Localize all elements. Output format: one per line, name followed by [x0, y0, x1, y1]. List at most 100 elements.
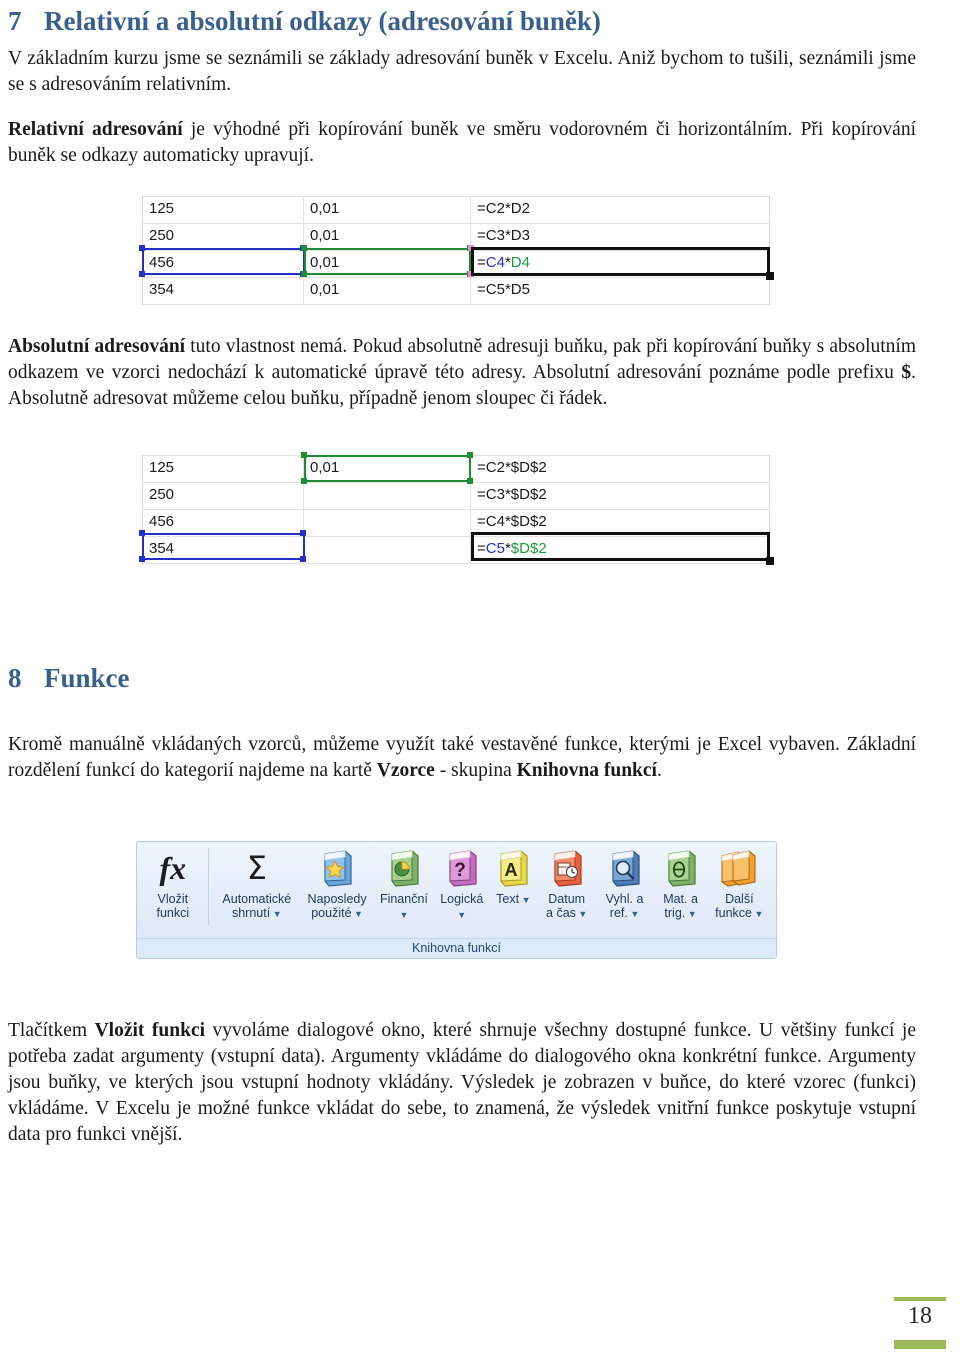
- formula-ref-green: D4: [510, 254, 530, 271]
- function-library-ribbon: fx Vložit funkci Σ Automatické shrnutí ▼: [136, 841, 777, 959]
- ribbon-button-insert-function[interactable]: fx Vložit funkci: [143, 846, 203, 920]
- formula-ref: C5: [485, 281, 505, 298]
- chevron-down-icon[interactable]: ▼: [399, 910, 408, 920]
- reference-handle[interactable]: [301, 271, 307, 277]
- table-row: 125 0,01 =C2*$D$2: [143, 455, 769, 483]
- paragraph-intro: V základním kurzu jsme se seznámili se z…: [8, 46, 916, 98]
- chevron-down-icon[interactable]: ▼: [519, 895, 531, 905]
- ribbon-tab-name: Vzorce: [376, 760, 435, 781]
- book-star-icon: [319, 846, 355, 890]
- cell-value[interactable]: [304, 483, 471, 509]
- cell-formula-active[interactable]: =C4*D4: [471, 251, 768, 277]
- ribbon-button-recently-used[interactable]: Naposledy použité ▼: [300, 846, 374, 921]
- cell-value[interactable]: 0,01: [304, 278, 471, 304]
- reference-handle[interactable]: [467, 478, 473, 484]
- chevron-down-icon[interactable]: ▼: [752, 909, 764, 919]
- reference-handle[interactable]: [300, 530, 306, 536]
- absolute-addressing-term: Absolutní adresování: [8, 336, 186, 357]
- reference-handle[interactable]: [139, 556, 145, 562]
- section-7-title: Relativní a absolutní odkazy (adresování…: [44, 6, 601, 36]
- reference-handle[interactable]: [467, 452, 473, 458]
- reference-handle[interactable]: [139, 530, 145, 536]
- reference-handle[interactable]: [139, 245, 145, 251]
- formula-ref: D5: [510, 281, 530, 298]
- cell-formula[interactable]: =C3*D3: [471, 224, 768, 250]
- cell-value[interactable]: [304, 537, 471, 563]
- reference-handle[interactable]: [300, 556, 306, 562]
- cell-value[interactable]: 250: [143, 483, 304, 509]
- chevron-down-icon[interactable]: ▼: [628, 909, 639, 919]
- paragraph-relative-addressing: Relativní adresování je výhodné při kopí…: [8, 117, 916, 169]
- cell-formula[interactable]: =C2*D2: [471, 197, 768, 223]
- formula-ref: C2: [485, 459, 505, 476]
- formula-ref: C3: [485, 486, 505, 503]
- cell-formula-active[interactable]: =C5*$D$2: [471, 537, 768, 563]
- ribbon-button-date-time[interactable]: Datum a čas ▼: [537, 846, 597, 921]
- reference-handle-pink[interactable]: [468, 245, 474, 251]
- section-8-number: 8: [8, 663, 22, 693]
- chevron-down-icon[interactable]: ▼: [457, 910, 466, 920]
- fill-handle[interactable]: [766, 272, 774, 280]
- cell-value[interactable]: 456: [143, 251, 304, 277]
- footer-rule-bottom: [894, 1340, 946, 1349]
- cell-value[interactable]: 0,01: [304, 224, 471, 250]
- section-7-number: 7: [8, 6, 22, 36]
- ribbon-items-row: fx Vložit funkci Σ Automatické shrnutí ▼: [137, 842, 776, 938]
- cell-value[interactable]: 354: [143, 537, 304, 563]
- reference-handle[interactable]: [301, 245, 307, 251]
- svg-text:A: A: [505, 860, 518, 880]
- ribbon-button-logical[interactable]: ? Logická ▼: [434, 846, 490, 922]
- reference-handle-pink[interactable]: [468, 271, 474, 277]
- formula-ref-blue: C4: [485, 254, 505, 271]
- cell-formula[interactable]: =C3*$D$2: [471, 483, 768, 509]
- paragraph-functions-intro: Kromě manuálně vkládaných vzorců, můžeme…: [8, 732, 916, 784]
- table-row-active: 456 0,01 =C4*D4: [143, 251, 769, 278]
- footer-rule-top: [894, 1297, 946, 1301]
- formula-text: =: [477, 513, 486, 530]
- ribbon-button-lookup-reference[interactable]: Vyhl. a ref. ▼: [597, 846, 653, 921]
- formula-text: =: [477, 254, 486, 271]
- ribbon-button-financial[interactable]: Finanční ▼: [374, 846, 434, 922]
- cell-formula[interactable]: =C4*$D$2: [471, 510, 768, 536]
- table-row-active: 354 =C5*$D$2: [143, 537, 769, 564]
- ribbon-button-text[interactable]: A Text ▼: [490, 846, 537, 907]
- paragraph-intro-text: V základním kurzu jsme se seznámili se z…: [8, 48, 916, 95]
- cell-formula[interactable]: =C5*D5: [471, 278, 768, 304]
- formula-text: =: [477, 227, 486, 244]
- reference-handle[interactable]: [301, 478, 307, 484]
- cell-value[interactable]: 0,01: [304, 251, 471, 277]
- book-search-icon: [607, 846, 643, 890]
- cell-value[interactable]: 0,01: [304, 456, 471, 482]
- cell-value[interactable]: 250: [143, 224, 304, 250]
- fill-handle[interactable]: [766, 557, 774, 565]
- ribbon-button-autosum[interactable]: Σ Automatické shrnutí ▼: [214, 846, 301, 921]
- insert-function-a: Tlačítkem: [8, 1020, 95, 1041]
- cell-value[interactable]: 354: [143, 278, 304, 304]
- cell-formula[interactable]: =C2*$D$2: [471, 456, 768, 482]
- cell-value[interactable]: 456: [143, 510, 304, 536]
- chevron-down-icon[interactable]: ▼: [270, 909, 282, 919]
- ribbon-button-more-functions[interactable]: Další funkce ▼: [709, 846, 770, 921]
- reference-handle[interactable]: [301, 452, 307, 458]
- insert-function-button-name: Vložit funkci: [94, 1020, 206, 1041]
- ribbon-button-math-trig[interactable]: Mat. a trig. ▼: [653, 846, 709, 921]
- cell-value[interactable]: 125: [143, 456, 304, 482]
- chevron-down-icon[interactable]: ▼: [576, 909, 587, 919]
- formula-ref: D2: [510, 200, 530, 217]
- cell-value[interactable]: 0,01: [304, 197, 471, 223]
- cell-value[interactable]: 125: [143, 197, 304, 223]
- ribbon-button-label: Datum a čas ▼: [546, 892, 588, 920]
- chevron-down-icon[interactable]: ▼: [685, 909, 697, 919]
- ribbon-button-label: Text ▼: [496, 892, 531, 906]
- reference-handle[interactable]: [139, 271, 145, 277]
- table-row: 250 0,01 =C3*D3: [143, 224, 769, 251]
- book-stack-icon: [719, 846, 759, 890]
- cell-value[interactable]: [304, 510, 471, 536]
- absolute-reference-spreadsheet: 125 0,01 =C2*$D$2 250 =C3*$D$2 456 =C4*$…: [139, 452, 774, 565]
- ribbon-button-label: Naposledy použité ▼: [307, 892, 367, 920]
- book-theta-icon: [663, 846, 699, 890]
- ribbon-button-label: Finanční ▼: [379, 892, 428, 920]
- chevron-down-icon[interactable]: ▼: [352, 909, 363, 919]
- book-clock-icon: [549, 846, 585, 890]
- section-7-heading: 7 Relativní a absolutní odkazy (adresován…: [8, 6, 601, 37]
